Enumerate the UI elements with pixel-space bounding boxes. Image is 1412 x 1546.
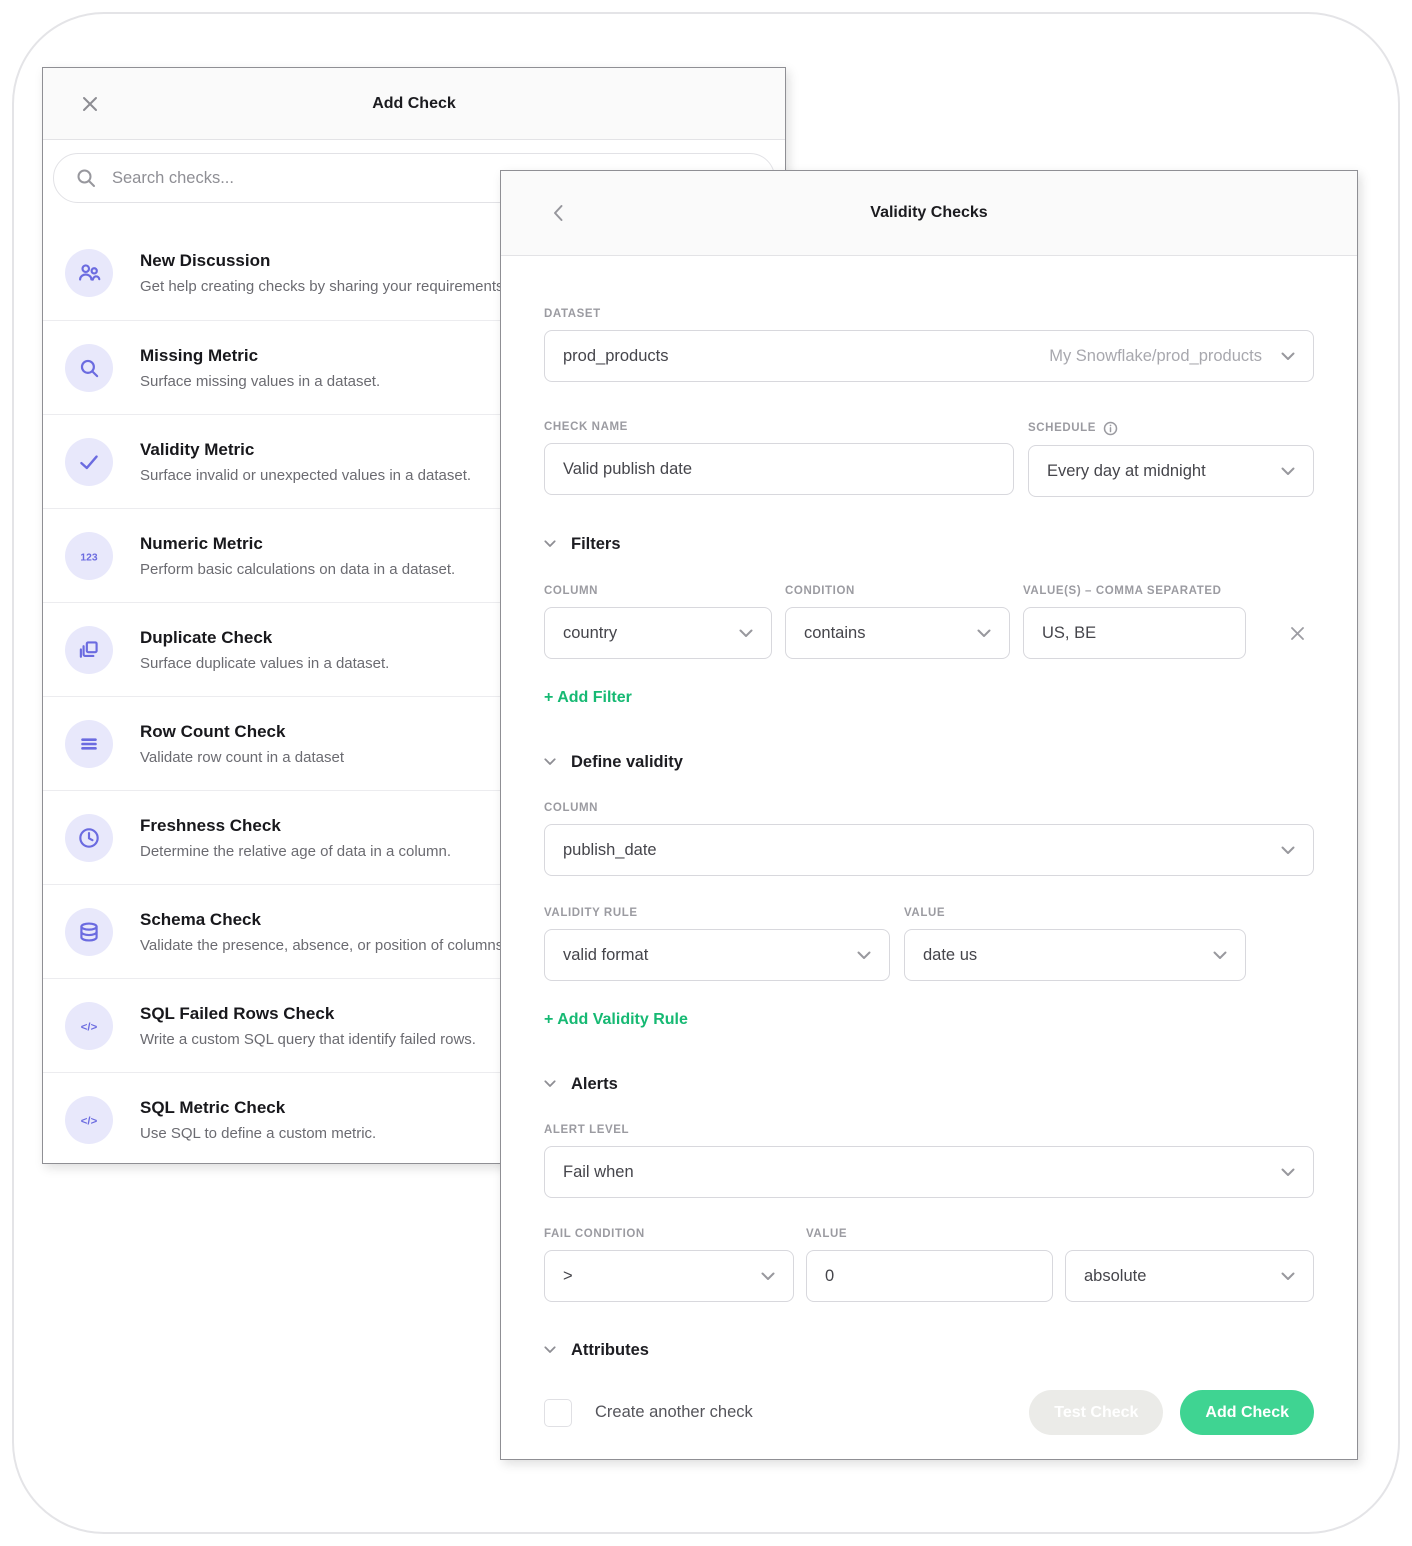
attributes-section-title: Attributes xyxy=(571,1340,649,1360)
chevron-down-icon xyxy=(544,758,556,766)
validity-value-select[interactable]: date us xyxy=(904,929,1246,981)
fail-condition-select[interactable]: > xyxy=(544,1250,794,1302)
validity-column-label: COLUMN xyxy=(544,802,1314,815)
people-icon xyxy=(65,249,113,297)
chevron-down-icon xyxy=(1281,1272,1295,1281)
chevron-down-icon xyxy=(544,1080,556,1088)
create-another-label: Create another check xyxy=(595,1403,753,1422)
validity-checks-modal: Validity Checks DATASET prod_products My… xyxy=(500,170,1358,1460)
chevron-down-icon xyxy=(1281,467,1295,476)
define-validity-section-title: Define validity xyxy=(571,752,683,772)
check-name-value: Valid publish date xyxy=(563,460,692,479)
filter-values-label: VALUE(S) – COMMA SEPARATED xyxy=(1023,585,1246,598)
chevron-down-icon xyxy=(544,540,556,548)
alert-modifier-select[interactable]: absolute xyxy=(1065,1250,1314,1302)
code-icon: </> xyxy=(65,1096,113,1144)
chevron-down-icon xyxy=(977,629,991,638)
search-icon xyxy=(75,167,97,189)
filters-section-title: Filters xyxy=(571,534,621,554)
rows-icon xyxy=(65,720,113,768)
clock-icon xyxy=(65,814,113,862)
schedule-label: SCHEDULE xyxy=(1028,421,1314,436)
validity-checks-header: Validity Checks xyxy=(501,171,1357,256)
fail-condition-label: FAIL CONDITION xyxy=(544,1228,794,1241)
validity-rule-label: VALIDITY RULE xyxy=(544,907,890,920)
svg-text:123: 123 xyxy=(80,552,97,563)
back-chevron-icon[interactable] xyxy=(545,197,571,229)
validity-value-label: VALUE xyxy=(904,907,1246,920)
filter-values-input[interactable]: US, BE xyxy=(1023,607,1246,659)
filter-condition-select[interactable]: contains xyxy=(785,607,1010,659)
chevron-down-icon xyxy=(544,1346,556,1354)
check-name-label: CHECK NAME xyxy=(544,421,1014,434)
magnifier-icon xyxy=(65,344,113,392)
chevron-down-icon xyxy=(761,1272,775,1281)
create-another-checkbox[interactable] xyxy=(544,1399,572,1427)
add-check-button[interactable]: Add Check xyxy=(1180,1390,1314,1435)
alerts-section-title: Alerts xyxy=(571,1074,618,1094)
chevron-down-icon xyxy=(1281,1168,1295,1177)
filter-condition-label: CONDITION xyxy=(785,585,1010,598)
alert-value-input[interactable]: 0 xyxy=(806,1250,1053,1302)
alert-value-label: VALUE xyxy=(806,1228,1053,1241)
screen: Add Check Search checks... New Dis xyxy=(0,0,1412,1546)
schedule-value: Every day at midnight xyxy=(1047,462,1206,481)
remove-filter-icon[interactable] xyxy=(1285,621,1314,646)
add-check-header: Add Check xyxy=(43,68,785,140)
alert-level-select[interactable]: Fail when xyxy=(544,1146,1314,1198)
validity-rule-select[interactable]: valid format xyxy=(544,929,890,981)
define-validity-section-toggle[interactable]: Define validity xyxy=(544,752,1314,772)
chevron-down-icon xyxy=(1281,352,1295,361)
123-icon: 123 xyxy=(65,532,113,580)
dataset-label: DATASET xyxy=(544,308,1314,321)
schedule-select[interactable]: Every day at midnight xyxy=(1028,445,1314,497)
info-icon[interactable] xyxy=(1103,421,1118,436)
search-placeholder: Search checks... xyxy=(112,169,234,188)
modal-footer: Create another check Test Check Add Chec… xyxy=(544,1390,1314,1435)
dataset-hint: My Snowflake/prod_products xyxy=(1049,347,1262,366)
validity-column-select[interactable]: publish_date xyxy=(544,824,1314,876)
duplicate-icon xyxy=(65,626,113,674)
database-icon xyxy=(65,908,113,956)
chevron-down-icon xyxy=(739,629,753,638)
add-filter-link[interactable]: + Add Filter xyxy=(544,689,632,707)
filter-column-select[interactable]: country xyxy=(544,607,772,659)
attributes-section-toggle[interactable]: Attributes xyxy=(544,1340,1314,1360)
svg-text:</>: </> xyxy=(81,1021,98,1033)
alert-level-label: ALERT LEVEL xyxy=(544,1124,1314,1137)
chevron-down-icon xyxy=(1213,951,1227,960)
add-check-title: Add Check xyxy=(372,95,456,113)
check-name-input[interactable]: Valid publish date xyxy=(544,443,1014,495)
filters-section-toggle[interactable]: Filters xyxy=(544,534,1314,554)
test-check-button[interactable]: Test Check xyxy=(1029,1390,1163,1435)
alert-modifier-label xyxy=(1065,1228,1314,1241)
dataset-value: prod_products xyxy=(563,347,669,366)
chevron-down-icon xyxy=(1281,846,1295,855)
svg-text:</>: </> xyxy=(81,1115,98,1127)
alerts-section-toggle[interactable]: Alerts xyxy=(544,1074,1314,1094)
dataset-select[interactable]: prod_products My Snowflake/prod_products xyxy=(544,330,1314,382)
checkmark-icon xyxy=(65,438,113,486)
chevron-down-icon xyxy=(857,951,871,960)
add-validity-rule-link[interactable]: + Add Validity Rule xyxy=(544,1011,688,1029)
code-icon: </> xyxy=(65,1002,113,1050)
validity-checks-title: Validity Checks xyxy=(870,204,987,222)
close-icon[interactable] xyxy=(75,89,105,119)
filter-column-label: COLUMN xyxy=(544,585,772,598)
